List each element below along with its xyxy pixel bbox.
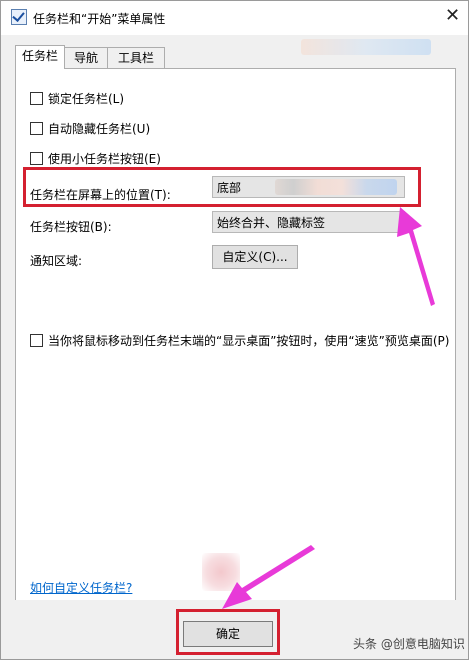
properties-window: 任务栏和“开始”菜单属性 ✕ 任务栏 导航 工具栏 锁定任务栏(L) 自动隐藏任… <box>0 0 469 660</box>
arrow-down-left-icon <box>222 545 315 609</box>
arrow-up-icon <box>397 207 435 306</box>
tab-label: 任务栏 <box>21 49 58 63</box>
watermark: 头条 @创意电脑知识 <box>353 637 465 651</box>
tab-taskbar[interactable]: 任务栏 <box>15 45 65 69</box>
annotation-arrows <box>222 207 435 609</box>
